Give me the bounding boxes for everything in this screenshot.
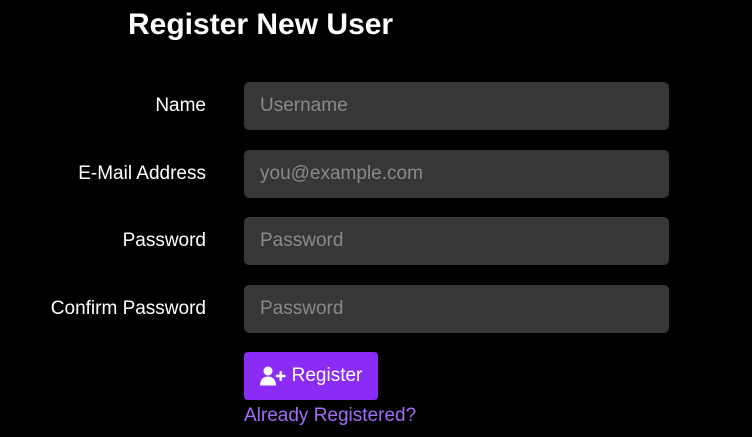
email-label: E-Mail Address xyxy=(78,163,206,184)
email-row: E-Mail Address xyxy=(0,150,752,198)
confirm-password-input[interactable] xyxy=(244,285,669,333)
name-label: Name xyxy=(155,95,206,116)
confirm-password-label: Confirm Password xyxy=(50,298,206,319)
register-page: Register New User Name E-Mail Address Pa… xyxy=(0,0,752,437)
confirm-password-row: Confirm Password xyxy=(0,285,752,333)
register-button[interactable]: Register xyxy=(244,352,378,400)
page-title: Register New User xyxy=(128,8,394,41)
user-plus-icon xyxy=(259,366,286,386)
name-input[interactable] xyxy=(244,82,669,130)
already-registered-link[interactable]: Already Registered? xyxy=(244,403,416,429)
password-input[interactable] xyxy=(244,217,669,265)
name-row: Name xyxy=(0,82,752,130)
email-input[interactable] xyxy=(244,150,669,198)
register-button-label: Register xyxy=(291,365,363,386)
password-label: Password xyxy=(122,230,206,251)
password-row: Password xyxy=(0,217,752,265)
